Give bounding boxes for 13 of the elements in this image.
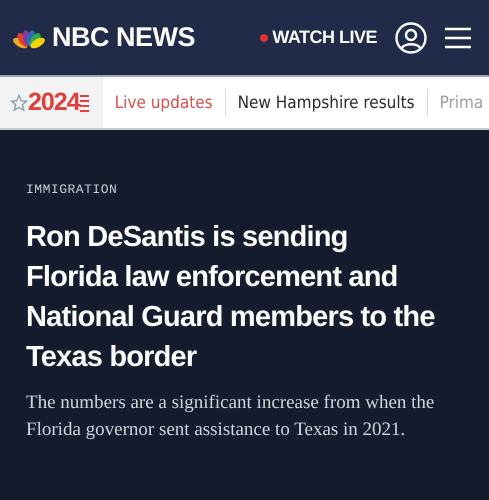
category-label: IMMIGRATION <box>26 182 118 197</box>
star-icon <box>10 94 28 112</box>
watch-live-link[interactable]: WATCH LIVE <box>260 27 377 48</box>
menu-button[interactable] <box>445 26 471 48</box>
live-dot-icon <box>260 34 268 42</box>
brand-name: NBC NEWS <box>52 22 195 53</box>
stripes-icon <box>80 92 89 112</box>
nav-link[interactable]: New Hampshire results <box>226 88 428 116</box>
article-summary: The numbers are a significant increase from when the Florida governor sent assistance to Texas in 2021. <box>26 391 436 442</box>
election-year-logo: 2024 <box>28 88 80 117</box>
account-button[interactable] <box>395 22 427 54</box>
headline: Ron DeSantis is sending Florida law enforcement and National Guard members to the Texas border <box>26 220 436 375</box>
nav-link[interactable]: Live updates <box>102 88 226 116</box>
